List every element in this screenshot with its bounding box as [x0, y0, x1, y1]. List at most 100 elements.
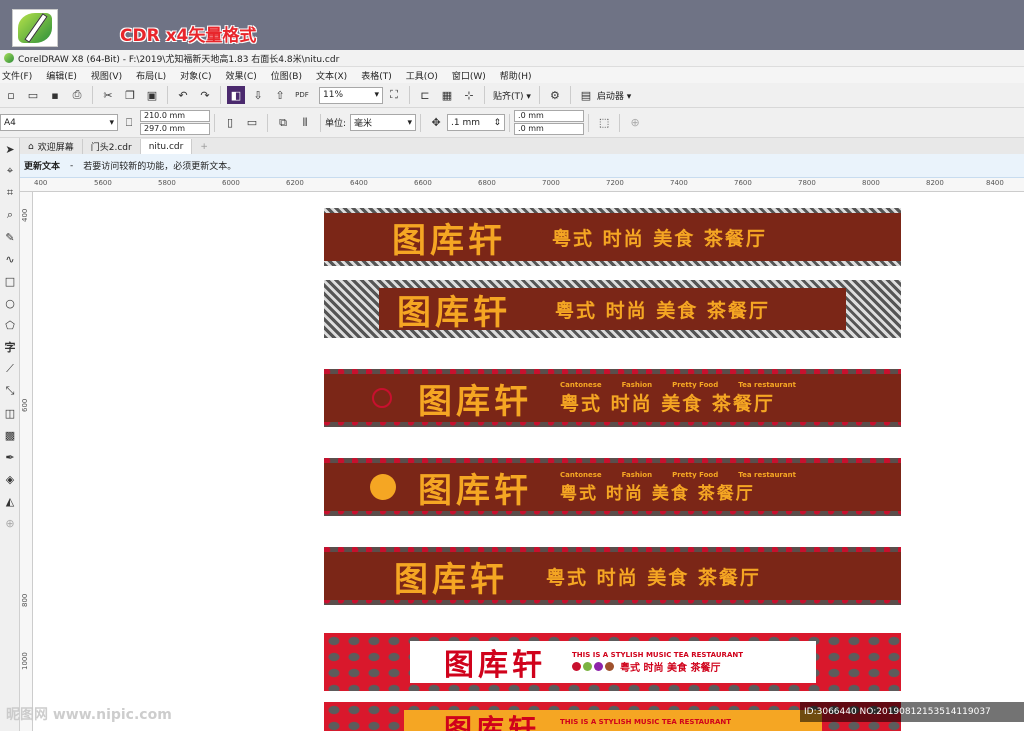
brand-name: 图库轩 [418, 470, 532, 511]
page-size-select[interactable]: A4 ▾ [0, 114, 118, 131]
paste-icon[interactable]: ▣ [143, 86, 161, 104]
crop-tool-icon[interactable]: ⌗ [0, 182, 20, 204]
new-icon[interactable]: ▫ [2, 86, 20, 104]
menu-tools[interactable]: 工具(O) [406, 69, 438, 82]
document-tabs: ⌂ 欢迎屏幕 门头2.cdr nitu.cdr + [20, 138, 1024, 154]
dot-green-icon [583, 661, 592, 671]
interactive-fill-icon[interactable]: ◈ [0, 468, 20, 490]
zoom-tool-icon[interactable]: ⌕ [0, 204, 20, 226]
seal-icon [372, 388, 392, 408]
menu-window[interactable]: 窗口(W) [452, 69, 486, 82]
pdf-icon[interactable]: PDF [293, 86, 311, 104]
drop-shadow-icon[interactable]: ◫ [0, 402, 20, 424]
guidelines-icon[interactable]: ⊹ [460, 86, 478, 104]
menu-edit[interactable]: 编辑(E) [46, 69, 77, 82]
portrait-icon[interactable]: ▯ [221, 114, 239, 132]
search-content-icon[interactable]: ◧ [227, 86, 245, 104]
transparency-tool-icon[interactable]: ▩ [0, 424, 20, 446]
units-select[interactable]: 毫米 ▾ [350, 114, 417, 131]
rectangle-tool-icon[interactable]: □ [0, 270, 20, 292]
undo-icon[interactable]: ↶ [174, 86, 192, 104]
tab-nitu[interactable]: nitu.cdr [140, 139, 193, 154]
horizontal-ruler[interactable]: 400 5600 5800 6000 6200 6400 6600 6800 7… [20, 178, 1024, 192]
grid-icon[interactable]: ▦ [438, 86, 456, 104]
shape-tool-icon[interactable]: ⌖ [0, 160, 20, 182]
snap-to-menu[interactable]: 贴齐(T) ▾ [489, 89, 535, 102]
slogan: 粤式 时尚 美食 茶餐厅 [560, 392, 775, 415]
slogan: 粤式 时尚 美食 茶餐厅 [555, 299, 770, 322]
drawing-canvas[interactable]: 图库轩 粤式 时尚 美食 茶餐厅 图库轩 粤式 时尚 美食 茶餐厅 图库轩 Ca… [33, 192, 1024, 731]
launcher-menu[interactable]: 启动器 ▾ [597, 89, 631, 102]
menu-file[interactable]: 文件(F) [2, 69, 32, 82]
pick-tool-icon[interactable]: ➤ [0, 138, 20, 160]
page-dimensions-icon: ⎕ [125, 115, 133, 129]
save-icon[interactable]: ▪ [46, 86, 64, 104]
export-icon[interactable]: ⇧ [271, 86, 289, 104]
coreldraw-logo [12, 9, 58, 47]
eyedropper-icon[interactable]: ✒ [0, 446, 20, 468]
zoom-level-select[interactable]: 11% ▾ [319, 86, 383, 104]
add-tool-icon[interactable]: ⊕ [0, 512, 20, 534]
duplicate-y-field[interactable]: .0 mm [514, 123, 585, 135]
open-icon[interactable]: ▭ [24, 86, 42, 104]
current-page-icon[interactable]: ⫴ [296, 114, 314, 132]
launcher-icon[interactable]: ▤ [577, 86, 595, 104]
text-tool-icon[interactable]: 字 [0, 336, 20, 358]
signboard-1[interactable]: 图库轩 粤式 时尚 美食 茶餐厅 [324, 208, 901, 266]
ellipse-tool-icon[interactable]: ○ [0, 292, 20, 314]
menu-bitmaps[interactable]: 位图(B) [271, 69, 302, 82]
hint-message: 若要访问较新的功能，必须更新文本。 [83, 162, 237, 172]
signboard-5[interactable]: 图库轩 粤式 时尚 美食 茶餐厅 [324, 547, 901, 605]
new-tab-icon[interactable]: + [192, 139, 216, 154]
coffee-cup-icon [370, 474, 396, 500]
import-icon[interactable]: ⇩ [249, 86, 267, 104]
smart-fill-icon[interactable]: ◭ [0, 490, 20, 512]
english-taglines: Cantonese Fashion Pretty Food Tea restauran… [560, 380, 796, 389]
menu-view[interactable]: 视图(V) [91, 69, 122, 82]
polygon-tool-icon[interactable]: ⬠ [0, 314, 20, 336]
page-width-field[interactable]: 210.0 mm [140, 110, 210, 122]
hint-separator: - [70, 160, 74, 171]
brand-name: 图库轩 [444, 713, 541, 731]
duplicate-x-field[interactable]: .0 mm [514, 110, 585, 122]
slogan: 粤式 时尚 美食 茶餐厅 [620, 662, 721, 674]
menu-help[interactable]: 帮助(H) [500, 69, 532, 82]
signboard-6[interactable]: 图库轩 THIS IS A STYLISH MUSIC TEA RESTAURA… [324, 633, 901, 691]
slogan: 粤式 时尚 美食 茶餐厅 [560, 483, 755, 504]
artistic-media-icon[interactable]: ∿ [0, 248, 20, 270]
cut-icon[interactable]: ✂ [99, 86, 117, 104]
all-pages-icon[interactable]: ⧉ [274, 114, 292, 132]
menu-effects[interactable]: 效果(C) [225, 69, 256, 82]
options-gear-icon[interactable]: ⚙ [546, 86, 564, 104]
dimension-tool-icon[interactable]: ⟋ [0, 358, 20, 380]
redo-icon[interactable]: ↷ [196, 86, 214, 104]
connector-tool-icon[interactable]: ⤡ [0, 380, 20, 402]
menu-layout[interactable]: 布局(L) [136, 69, 166, 82]
nudge-distance-field[interactable]: .1 mm ⇕ [447, 114, 506, 131]
tagline: THIS IS A STYLISH MUSIC TEA RESTAURANT [560, 718, 732, 726]
units-label: 单位: [325, 119, 347, 129]
english-taglines: Cantonese Fashion Pretty Food Tea restauran… [560, 470, 796, 479]
rulers-icon[interactable]: ⊏ [416, 86, 434, 104]
toolbox: ➤ ⌖ ⌗ ⌕ ✎ ∿ □ ○ ⬠ 字 ⟋ ⤡ ◫ ▩ ✒ ◈ ◭ ⊕ [0, 138, 20, 731]
full-screen-icon[interactable]: ⛶ [385, 86, 403, 104]
menu-text[interactable]: 文本(X) [316, 69, 347, 82]
landscape-icon[interactable]: ▭ [243, 114, 261, 132]
print-icon[interactable]: ⎙ [68, 86, 86, 104]
add-icon[interactable]: ⊕ [626, 114, 644, 132]
watermark-id: ID:3066440 NO:20190812153514119037 [800, 702, 1024, 722]
copy-icon[interactable]: ❐ [121, 86, 139, 104]
signboard-4[interactable]: 图库轩 Cantonese Fashion Pretty Food Tea resta… [324, 458, 901, 516]
freehand-tool-icon[interactable]: ✎ [0, 226, 20, 248]
treat-as-filled-icon[interactable]: ⬚ [595, 114, 613, 132]
tab-welcome[interactable]: ⌂ 欢迎屏幕 [20, 139, 83, 154]
duplicate-distance: .0 mm .0 mm [514, 110, 585, 135]
home-icon: ⌂ [28, 141, 34, 152]
signboard-3[interactable]: 图库轩 Cantonese Fashion Pretty Food Tea resta… [324, 369, 901, 427]
vertical-ruler[interactable]: 400 600 800 1000 [20, 192, 33, 731]
tab-door2[interactable]: 门头2.cdr [83, 139, 141, 154]
menu-table[interactable]: 表格(T) [361, 69, 392, 82]
page-height-field[interactable]: 297.0 mm [140, 123, 210, 135]
signboard-2[interactable]: 图库轩 粤式 时尚 美食 茶餐厅 [324, 280, 901, 338]
menu-object[interactable]: 对象(C) [180, 69, 211, 82]
